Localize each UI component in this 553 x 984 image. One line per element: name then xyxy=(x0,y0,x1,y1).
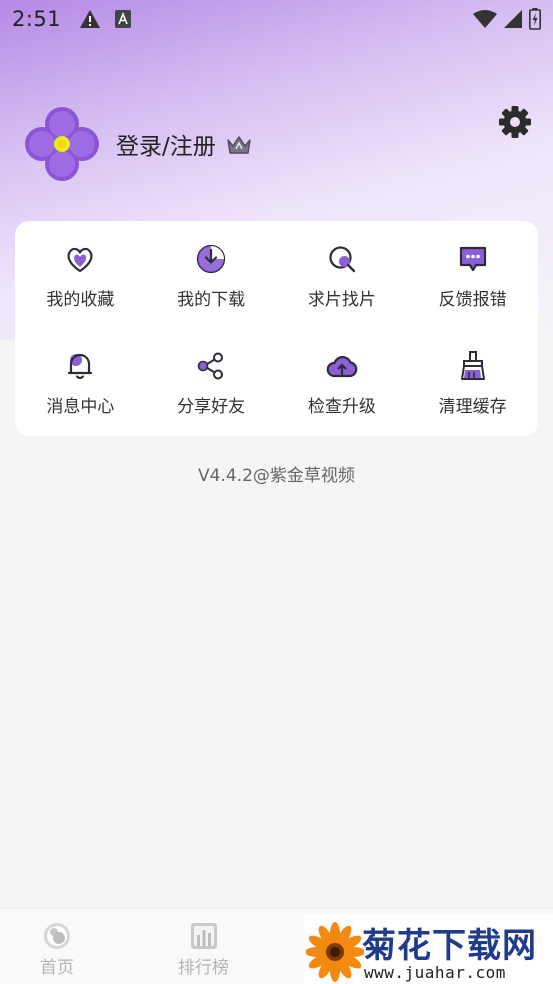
menu-item-label: 我的收藏 xyxy=(46,290,115,310)
watermark: 菊花下载网 www.juahar.com xyxy=(304,914,553,984)
cloud-upload-icon xyxy=(326,356,358,378)
menu-item-label: 清理缓存 xyxy=(438,397,507,417)
app-a-icon xyxy=(115,10,132,28)
wifi-icon xyxy=(473,10,497,28)
menu-item-request-film[interactable]: 求片找片 xyxy=(277,221,408,328)
watermark-url: www.juahar.com xyxy=(364,963,506,982)
battery-charging-icon xyxy=(529,8,541,30)
warning-icon xyxy=(80,10,101,28)
status-bar: 2:51 xyxy=(0,0,553,38)
menu-item-clear-cache[interactable]: 清理缓存 xyxy=(407,328,538,435)
crown-icon xyxy=(227,136,251,154)
nav-label: 排行榜 xyxy=(178,958,229,978)
brush-icon xyxy=(460,351,485,380)
menu-item-label: 检查升级 xyxy=(307,397,376,417)
menu-card: 我的收藏 我的下载 求片找片 反馈报错 消息中心 分享好友 检查升级 清理缓存 xyxy=(15,221,538,436)
share-icon xyxy=(197,352,224,380)
ranking-icon xyxy=(190,923,217,949)
gear-icon[interactable] xyxy=(498,105,532,139)
menu-item-label: 我的下载 xyxy=(177,290,246,310)
menu-item-label: 消息中心 xyxy=(46,397,115,417)
menu-item-favorites[interactable]: 我的收藏 xyxy=(15,221,146,328)
download-icon xyxy=(197,244,226,274)
nav-label: 首页 xyxy=(40,958,74,978)
status-time: 2:51 xyxy=(12,7,62,31)
menu-item-messages[interactable]: 消息中心 xyxy=(15,328,146,435)
bell-icon xyxy=(68,353,93,380)
menu-item-label: 反馈报错 xyxy=(438,290,507,310)
menu-item-label: 求片找片 xyxy=(307,290,376,310)
menu-item-check-update[interactable]: 检查升级 xyxy=(277,328,408,435)
signal-icon xyxy=(504,10,522,28)
menu-item-label: 分享好友 xyxy=(177,397,246,417)
menu-item-share[interactable]: 分享好友 xyxy=(146,328,277,435)
login-register-link[interactable]: 登录/注册 xyxy=(116,127,216,161)
version-text: V4.4.2@紫金草视频 xyxy=(198,466,355,486)
heart-icon xyxy=(67,247,93,273)
purple-flower-icon xyxy=(25,107,99,181)
orange-flower-icon xyxy=(306,922,364,982)
menu-item-downloads[interactable]: 我的下载 xyxy=(146,221,277,328)
profile-section[interactable]: 登录/注册 xyxy=(22,104,252,184)
home-icon xyxy=(44,923,70,949)
search-film-icon xyxy=(329,246,356,273)
nav-tab-home[interactable]: 首页 xyxy=(40,921,74,978)
watermark-title: 菊花下载网 xyxy=(362,926,537,966)
nav-tab-ranking[interactable]: 排行榜 xyxy=(178,921,229,978)
menu-item-feedback[interactable]: 反馈报错 xyxy=(407,221,538,328)
feedback-icon xyxy=(459,246,486,272)
